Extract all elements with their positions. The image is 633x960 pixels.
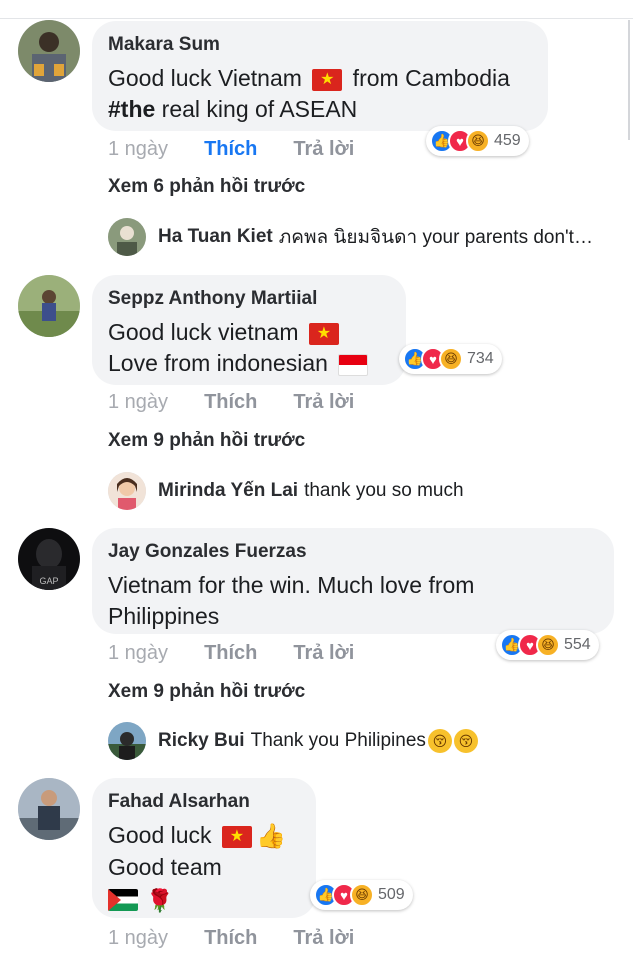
reaction-summary[interactable]: 👍 ♥ 😆 459 bbox=[426, 126, 529, 156]
reply-button[interactable]: Trả lời bbox=[293, 642, 354, 665]
comment-text-part: Love from indonesian bbox=[108, 350, 335, 376]
reply-item: Ha Tuan Kiet ภคพล นิยมจินดา your parents… bbox=[108, 218, 593, 256]
scrollbar[interactable] bbox=[628, 20, 630, 140]
like-button[interactable]: Thích bbox=[204, 391, 257, 414]
reply-text: ภคพล นิยมจินดา your parents don't… bbox=[278, 227, 593, 248]
comment-time[interactable]: 1 ngày bbox=[108, 138, 168, 161]
comment-actions: 1 ngày Thích Trả lời bbox=[108, 138, 390, 161]
haha-icon: 😆 bbox=[536, 633, 560, 657]
reply-button[interactable]: Trả lời bbox=[293, 927, 354, 950]
avatar[interactable]: GAP bbox=[18, 528, 80, 590]
kissing-face-icon: 😚 bbox=[453, 729, 478, 753]
avatar[interactable] bbox=[18, 778, 80, 840]
reaction-count: 459 bbox=[494, 132, 521, 149]
reply-author[interactable]: Ricky Bui bbox=[158, 730, 245, 752]
comment-actions: 1 ngày Thích Trả lời bbox=[108, 391, 390, 414]
haha-icon: 😆 bbox=[439, 347, 463, 371]
comment-author[interactable]: Jay Gonzales Fuerzas bbox=[108, 540, 598, 564]
comment-text-part: Philippines bbox=[108, 603, 220, 629]
comment-author[interactable]: Fahad Alsarhan bbox=[108, 790, 300, 814]
comment-actions: 1 ngày Thích Trả lời bbox=[108, 642, 390, 665]
avatar[interactable] bbox=[108, 722, 146, 760]
avatar[interactable] bbox=[108, 472, 146, 510]
reply-item: Ricky Bui Thank you Philipines 😚 😚 bbox=[108, 722, 478, 760]
comment-bubble: Makara Sum Good luck Vietnam from Cambod… bbox=[92, 21, 548, 131]
rose-icon: 🌹 bbox=[146, 887, 174, 913]
comment-text-part: Good team bbox=[108, 854, 222, 881]
comment-text: Vietnam for the win. Much love from Phil… bbox=[108, 570, 598, 632]
avatar[interactable] bbox=[18, 20, 80, 82]
comment-time[interactable]: 1 ngày bbox=[108, 642, 168, 665]
comment-text-part: from Cambodia bbox=[346, 65, 510, 91]
reply-author[interactable]: Ha Tuan Kiet bbox=[158, 226, 273, 248]
svg-text:GAP: GAP bbox=[39, 576, 58, 586]
reply-button[interactable]: Trả lời bbox=[293, 138, 354, 161]
reaction-count: 734 bbox=[467, 350, 494, 367]
comment-text: Good luck Vietnam from Cambodia #the rea… bbox=[108, 63, 532, 125]
comment-text-part: Good luck Vietnam bbox=[108, 65, 309, 91]
reply-item: Mirinda Yến Lai thank you so much bbox=[108, 472, 464, 510]
thumbs-up-icon: 👍 bbox=[255, 823, 286, 851]
reaction-count: 509 bbox=[378, 886, 405, 903]
reaction-summary[interactable]: 👍 ♥ 😆 734 bbox=[399, 344, 502, 374]
indonesia-flag-icon bbox=[338, 353, 369, 376]
reply-author[interactable]: Mirinda Yến Lai bbox=[158, 480, 298, 502]
comment-actions: 1 ngày Thích Trả lời bbox=[108, 927, 390, 950]
avatar[interactable] bbox=[18, 275, 80, 337]
reply-text: thank you so much bbox=[304, 480, 464, 501]
haha-icon: 😆 bbox=[350, 883, 374, 907]
comment-text-part: Good luck vietnam bbox=[108, 319, 305, 345]
hashtag-link[interactable]: #the bbox=[108, 96, 155, 122]
kissing-face-icon: 😚 bbox=[427, 729, 452, 753]
comment-text-part: Good luck bbox=[108, 822, 218, 848]
vietnam-flag-icon bbox=[221, 825, 252, 848]
comment-time[interactable]: 1 ngày bbox=[108, 927, 168, 950]
comment-time[interactable]: 1 ngày bbox=[108, 391, 168, 414]
comment-text-part: Vietnam for the win. Much love from bbox=[108, 572, 475, 598]
palestine-flag-icon bbox=[108, 889, 138, 912]
haha-icon: 😆 bbox=[466, 129, 490, 153]
like-button[interactable]: Thích bbox=[204, 642, 257, 665]
like-button[interactable]: Thích bbox=[204, 927, 257, 950]
view-previous-replies[interactable]: Xem 9 phản hồi trước bbox=[108, 681, 305, 703]
comment-author[interactable]: Seppz Anthony Martiial bbox=[108, 287, 390, 311]
top-divider bbox=[0, 0, 633, 19]
comment-bubble: Seppz Anthony Martiial Good luck vietnam… bbox=[92, 275, 406, 385]
view-previous-replies[interactable]: Xem 9 phản hồi trước bbox=[108, 430, 305, 452]
avatar[interactable] bbox=[108, 218, 146, 256]
like-button[interactable]: Thích bbox=[204, 138, 257, 161]
comment-text: Good luck vietnam Love from indonesian bbox=[108, 317, 390, 379]
reaction-count: 554 bbox=[564, 636, 591, 653]
comment-bubble: Jay Gonzales Fuerzas Vietnam for the win… bbox=[92, 528, 614, 634]
vietnam-flag-icon bbox=[308, 322, 339, 345]
reaction-summary[interactable]: 👍 ♥ 😆 509 bbox=[310, 880, 413, 910]
comment-text-part: real king of ASEAN bbox=[155, 96, 358, 122]
view-previous-replies[interactable]: Xem 6 phản hồi trước bbox=[108, 176, 305, 198]
reply-button[interactable]: Trả lời bbox=[293, 391, 354, 414]
vietnam-flag-icon bbox=[312, 68, 343, 91]
comment-author[interactable]: Makara Sum bbox=[108, 33, 532, 57]
comment-text: Good luck 👍 Good team 🌹 bbox=[108, 820, 300, 916]
reply-text: Thank you Philipines bbox=[250, 730, 426, 751]
reaction-summary[interactable]: 👍 ♥ 😆 554 bbox=[496, 630, 599, 660]
comment-bubble: Fahad Alsarhan Good luck 👍 Good team 🌹 bbox=[92, 778, 316, 918]
